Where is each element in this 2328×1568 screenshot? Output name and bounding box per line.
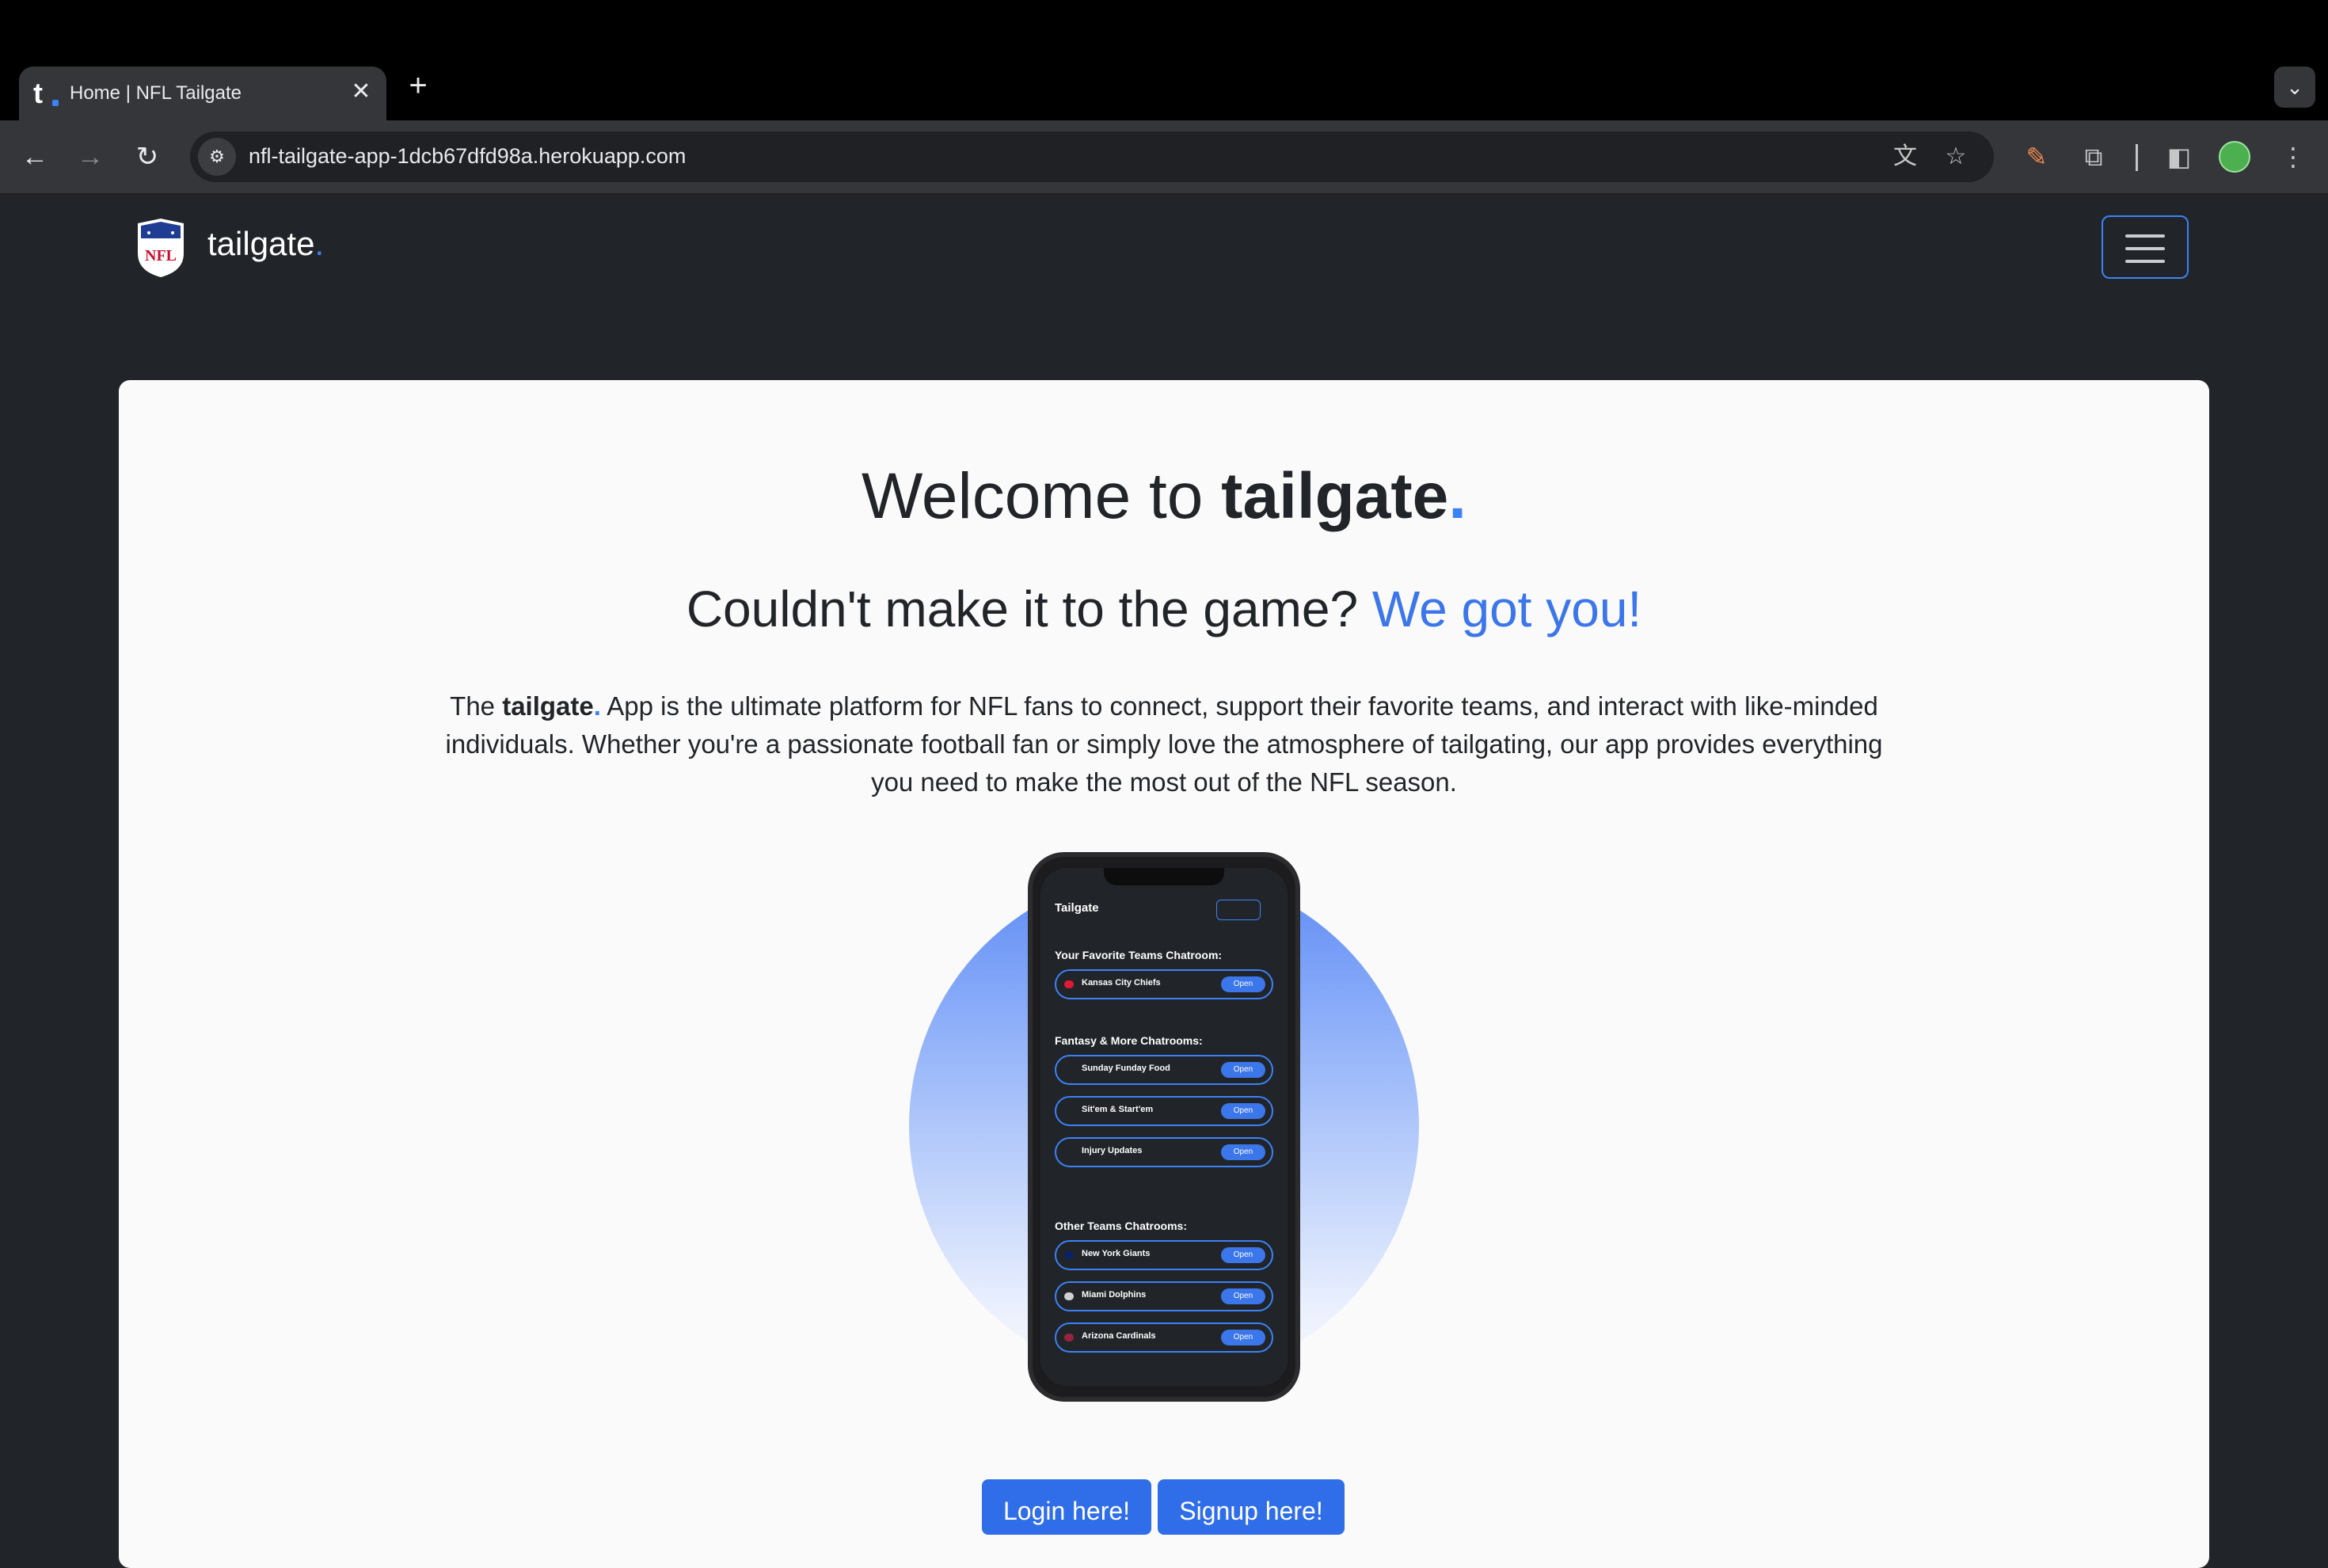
page-subtitle: Couldn't make it to the game? We got you… [119, 580, 2209, 638]
phone-row-label: New York Giants [1082, 1249, 1151, 1258]
phone-section-fantasy: Fantasy & More Chatrooms: [1055, 1034, 1203, 1047]
phone-section-favorite: Your Favorite Teams Chatroom: [1055, 949, 1223, 961]
page-title: Welcome to tailgate. [119, 459, 2209, 534]
phone-open-button: Open [1221, 1330, 1265, 1345]
new-tab-icon[interactable]: + [401, 68, 436, 103]
bookmark-star-icon[interactable]: ☆ [1940, 141, 1972, 173]
toolbar-divider [2136, 144, 2138, 171]
back-icon[interactable]: ← [14, 136, 55, 177]
url-text[interactable]: nfl-tailgate-app-1dcb67dfd98a.herokuapp.… [249, 144, 686, 169]
translate-icon[interactable]: 文 [1889, 141, 1921, 173]
dolphins-logo-icon [1064, 1292, 1074, 1300]
phone-open-button: Open [1221, 1103, 1265, 1119]
phone-open-button: Open [1221, 1247, 1265, 1263]
phone-row-label: Sit'em & Start'em [1082, 1105, 1154, 1114]
login-button[interactable]: Login here! [982, 1479, 1151, 1535]
brand-dot: . [314, 225, 325, 262]
chiefs-logo-icon [1064, 980, 1074, 988]
forward-icon[interactable]: → [70, 136, 111, 177]
phone-row-label: Miami Dolphins [1082, 1290, 1147, 1300]
phone-screen: Tailgate Your Favorite Teams Chatroom: K… [1040, 868, 1288, 1386]
signup-button[interactable]: Signup here! [1158, 1479, 1345, 1535]
subtitle-text: Couldn't make it to the game? [686, 580, 1372, 637]
browser-toolbar: ← → ↻ ⚙ nfl-tailgate-app-1dcb67dfd98a.he… [0, 120, 2328, 195]
browser-tab[interactable]: t Home | NFL Tailgate ✕ [19, 67, 386, 120]
phone-open-button: Open [1221, 1062, 1265, 1078]
desc-dot: . [593, 691, 601, 721]
pen-extension-icon[interactable]: ✎ [2021, 141, 2052, 173]
close-tab-icon[interactable]: ✕ [347, 78, 375, 106]
description-paragraph: The tailgate. App is the ultimate platfo… [436, 687, 1892, 801]
hamburger-line [2125, 260, 2165, 263]
phone-notch [1104, 868, 1224, 885]
title-prefix: Welcome to [861, 460, 1222, 532]
hamburger-line [2125, 247, 2165, 250]
phone-open-button: Open [1221, 1144, 1265, 1160]
brand-text: tailgate [207, 225, 315, 262]
svg-text:NFL: NFL [145, 247, 177, 265]
menu-toggle-button[interactable] [2102, 215, 2189, 279]
phone-row-label: Arizona Cardinals [1082, 1331, 1156, 1341]
phone-chatroom-row: Injury Updates Open [1055, 1137, 1273, 1167]
phone-row-label: Sunday Funday Food [1082, 1064, 1170, 1073]
brand-name[interactable]: tailgate. [207, 225, 324, 263]
address-bar[interactable]: ⚙ nfl-tailgate-app-1dcb67dfd98a.herokuap… [190, 131, 1994, 182]
reload-icon[interactable]: ↻ [127, 136, 168, 177]
browser-tab-bar: t Home | NFL Tailgate ✕ + ⌄ [0, 0, 2328, 120]
phone-chatroom-row: Miami Dolphins Open [1055, 1281, 1273, 1311]
giants-logo-icon [1064, 1251, 1074, 1259]
site-info-icon[interactable]: ⚙ [198, 138, 236, 176]
extensions-puzzle-icon[interactable]: ⧉ [2078, 141, 2109, 173]
subtitle-accent: We got you! [1371, 580, 1642, 637]
phone-row-label: Kansas City Chiefs [1082, 978, 1161, 988]
phone-section-other: Other Teams Chatrooms: [1055, 1220, 1187, 1232]
phone-open-button: Open [1221, 1288, 1265, 1304]
phone-open-button: Open [1221, 976, 1265, 992]
nfl-shield-logo[interactable]: NFL [136, 217, 185, 279]
tailgate-favicon-icon: t [33, 79, 59, 108]
desc-brand: tailgate [502, 691, 594, 721]
title-brand: tailgate [1221, 460, 1449, 532]
phone-row-label: Injury Updates [1082, 1146, 1143, 1155]
tab-title: Home | NFL Tailgate [70, 82, 242, 104]
phone-chatroom-row: New York Giants Open [1055, 1240, 1273, 1270]
phone-mockup: Tailgate Your Favorite Teams Chatroom: K… [1028, 852, 1300, 1402]
phone-chatroom-row: Sunday Funday Food Open [1055, 1055, 1273, 1085]
side-panel-icon[interactable]: ◧ [2163, 141, 2195, 173]
cardinals-logo-icon [1064, 1334, 1074, 1342]
phone-app-title: Tailgate [1055, 901, 1099, 915]
phone-user-menu-icon [1216, 900, 1261, 920]
phone-chatroom-row: Arizona Cardinals Open [1055, 1323, 1273, 1353]
more-menu-icon[interactable]: ⋮ [2277, 141, 2309, 173]
hero-card: Welcome to tailgate. Couldn't make it to… [119, 380, 2209, 1568]
desc-prefix: The [450, 691, 503, 721]
desc-body: App is the ultimate platform for NFL fan… [445, 691, 1883, 797]
profile-avatar[interactable] [2219, 141, 2250, 173]
tab-search-chevron-icon[interactable]: ⌄ [2274, 67, 2315, 108]
phone-chatroom-row: Sit'em & Start'em Open [1055, 1096, 1273, 1126]
hamburger-icon [2125, 234, 2165, 238]
title-dot: . [1448, 460, 1467, 532]
phone-chatroom-row: Kansas City Chiefs Open [1055, 969, 1273, 999]
